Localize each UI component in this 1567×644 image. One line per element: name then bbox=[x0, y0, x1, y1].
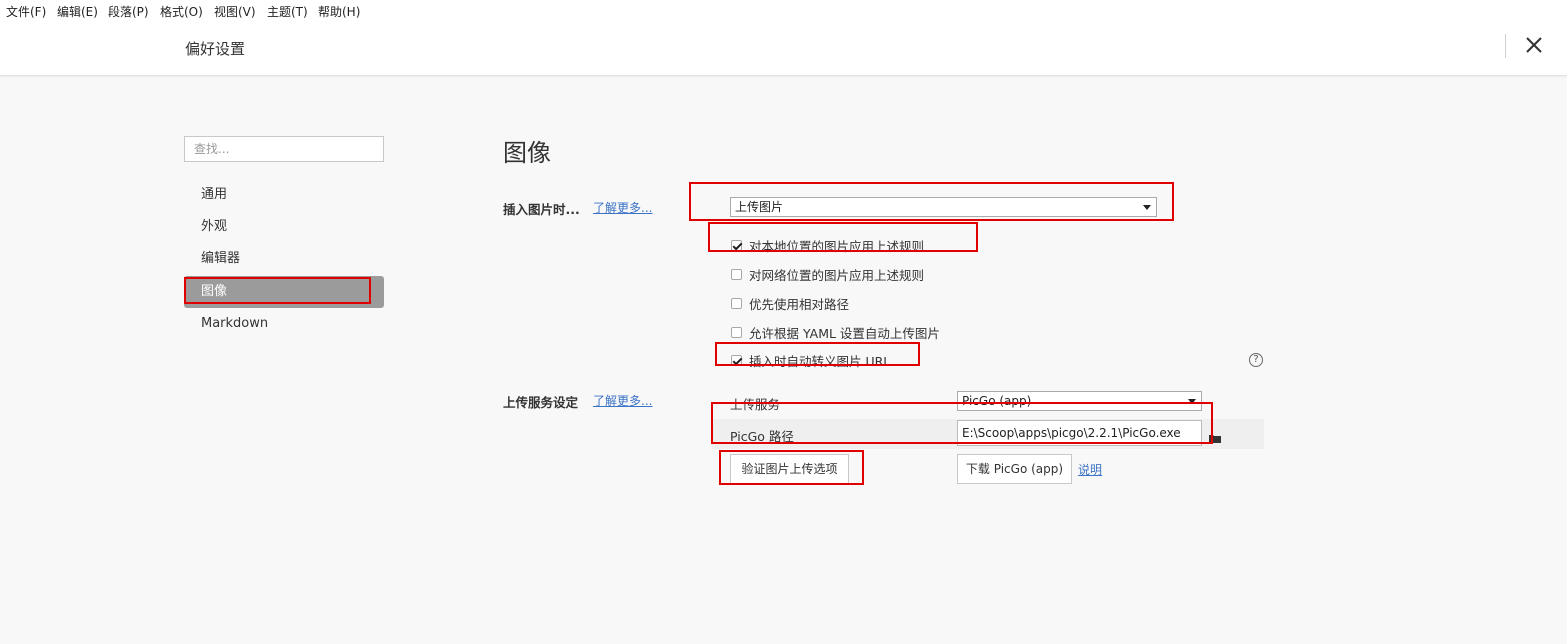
dialog-header: 偏好设置 bbox=[0, 22, 1567, 76]
instructions-link[interactable]: 说明 bbox=[1078, 461, 1102, 478]
option-relative-path-label: 优先使用相对路径 bbox=[749, 296, 850, 312]
sidebar-item-markdown[interactable]: Markdown bbox=[184, 308, 384, 340]
menu-bar: 文件(F) 编辑(E) 段落(P) 格式(O) 视图(V) 主题(T) 帮助(H… bbox=[0, 0, 1567, 22]
menu-theme[interactable]: 主题(T) bbox=[267, 3, 308, 20]
option-network-images-label: 对网络位置的图片应用上述规则 bbox=[749, 267, 925, 283]
sidebar-item-editor[interactable]: 编辑器 bbox=[184, 243, 384, 275]
section-title: 图像 bbox=[503, 139, 551, 167]
download-picgo-button[interactable]: 下载 PicGo (app) bbox=[957, 454, 1072, 484]
picgo-path-label: PicGo 路径 bbox=[730, 429, 794, 444]
header-divider bbox=[1505, 34, 1506, 58]
sidebar-item-general[interactable]: 通用 bbox=[184, 179, 384, 211]
checkbox-local-images[interactable] bbox=[731, 239, 742, 251]
menu-view[interactable]: 视图(V) bbox=[214, 3, 256, 20]
checkbox-relative-path[interactable] bbox=[731, 297, 742, 309]
menu-paragraph[interactable]: 段落(P) bbox=[108, 3, 149, 20]
sidebar-item-image[interactable]: 图像 bbox=[184, 276, 384, 308]
upload-service-field-label: 上传服务 bbox=[730, 397, 781, 412]
folder-icon[interactable] bbox=[1209, 428, 1221, 443]
help-icon[interactable]: ? bbox=[1249, 353, 1263, 367]
menu-help[interactable]: 帮助(H) bbox=[318, 3, 360, 20]
upload-service-value: PicGo (app) bbox=[962, 394, 1032, 408]
menu-file[interactable]: 文件(F) bbox=[6, 3, 46, 20]
option-network-images[interactable]: 对网络位置的图片应用上述规则 bbox=[731, 265, 924, 283]
checkbox-escape-url[interactable] bbox=[731, 354, 742, 366]
option-local-images-label: 对本地位置的图片应用上述规则 bbox=[749, 238, 925, 254]
sidebar-item-appearance[interactable]: 外观 bbox=[184, 211, 384, 243]
insert-image-learn-more-link[interactable]: 了解更多... bbox=[593, 199, 652, 216]
checkbox-yaml-upload[interactable] bbox=[731, 326, 742, 338]
close-icon bbox=[1526, 37, 1542, 53]
search-input[interactable] bbox=[184, 136, 384, 162]
chevron-down-icon bbox=[1188, 399, 1196, 404]
upload-service-select[interactable]: PicGo (app) bbox=[957, 391, 1202, 411]
option-escape-url-label: 插入时自动转义图片 URL bbox=[749, 353, 891, 369]
dialog-title: 偏好设置 bbox=[185, 40, 246, 58]
option-escape-url[interactable]: 插入时自动转义图片 URL bbox=[731, 351, 890, 369]
close-button[interactable] bbox=[1521, 32, 1547, 58]
option-local-images[interactable]: 对本地位置的图片应用上述规则 bbox=[731, 236, 924, 254]
menu-edit[interactable]: 编辑(E) bbox=[57, 3, 98, 20]
checkbox-network-images[interactable] bbox=[731, 268, 742, 280]
option-yaml-upload-label: 允许根据 YAML 设置自动上传图片 bbox=[749, 325, 940, 341]
option-yaml-upload[interactable]: 允许根据 YAML 设置自动上传图片 bbox=[731, 323, 940, 341]
chevron-down-icon bbox=[1143, 205, 1151, 210]
insert-action-select[interactable]: 上传图片 bbox=[730, 197, 1157, 217]
picgo-path-input[interactable] bbox=[957, 420, 1202, 446]
option-relative-path[interactable]: 优先使用相对路径 bbox=[731, 294, 849, 312]
upload-service-learn-more-link[interactable]: 了解更多... bbox=[593, 392, 652, 409]
upload-service-label: 上传服务设定 bbox=[503, 395, 579, 410]
insert-image-label: 插入图片时... bbox=[503, 202, 580, 217]
verify-upload-button[interactable]: 验证图片上传选项 bbox=[730, 454, 849, 484]
menu-format[interactable]: 格式(O) bbox=[160, 3, 203, 20]
insert-action-value: 上传图片 bbox=[735, 200, 784, 214]
